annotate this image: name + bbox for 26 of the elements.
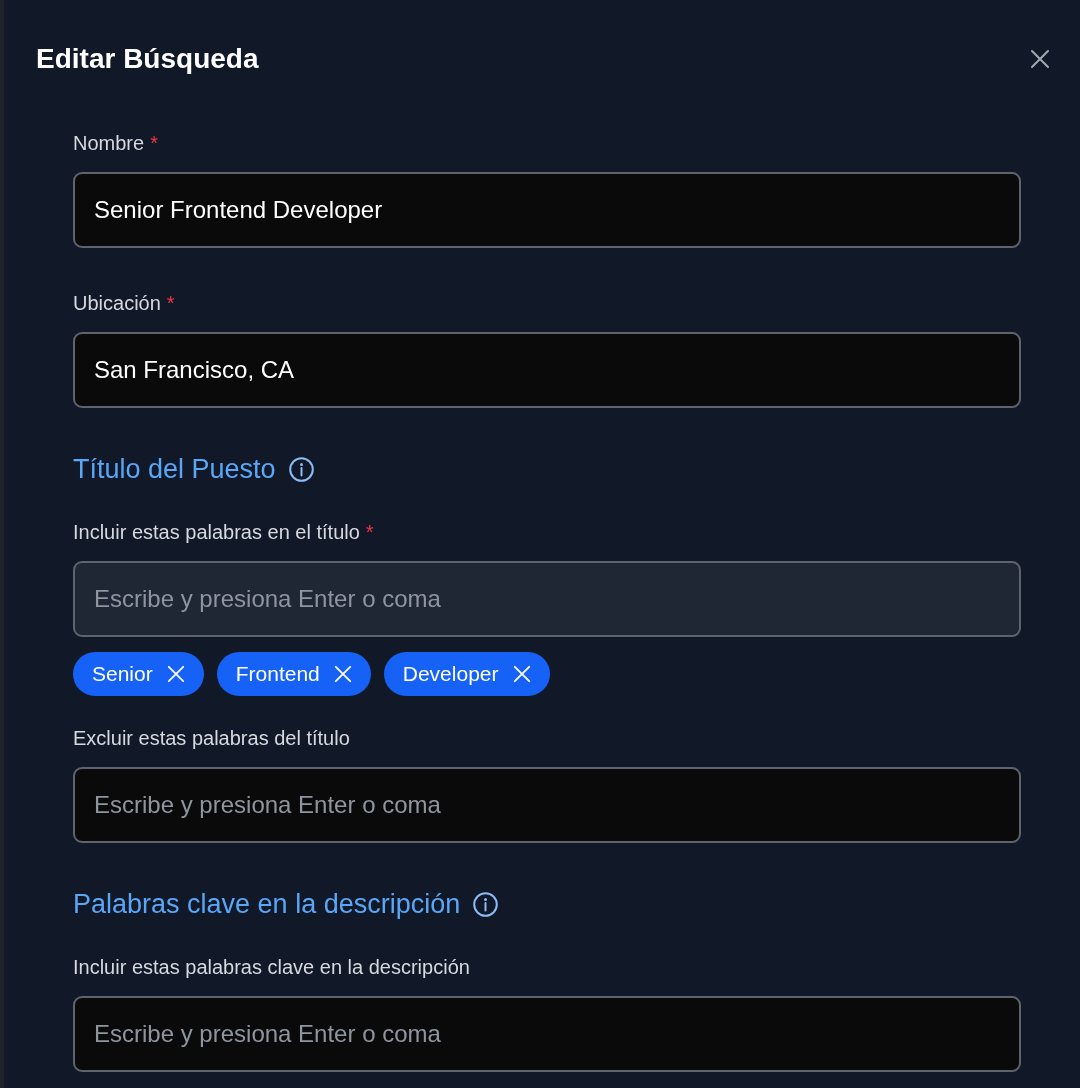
- tag-label: Frontend: [235, 662, 320, 686]
- remove-x-icon[interactable]: [512, 665, 531, 683]
- info-icon[interactable]: [473, 891, 499, 917]
- field-label: Ubicación: [73, 291, 161, 315]
- section-heading: Palabras clave en la descripción: [73, 888, 461, 921]
- remove-x-icon[interactable]: [166, 665, 185, 683]
- close-button[interactable]: [1028, 47, 1052, 71]
- required-asterisk: *: [365, 520, 374, 544]
- required-asterisk: *: [166, 291, 175, 315]
- close-icon: [1030, 49, 1050, 69]
- text-input[interactable]: San Francisco, CA: [73, 332, 1021, 408]
- text-input[interactable]: Escribe y presiona Enter o coma: [73, 996, 1021, 1072]
- field-label: Excluir estas palabras del título: [73, 726, 350, 750]
- text-input[interactable]: Senior Frontend Developer: [73, 172, 1021, 248]
- field-label: Incluir estas palabras clave en la descripción: [73, 955, 470, 979]
- dialog-title: Editar Búsqueda: [36, 42, 259, 76]
- field-label: Incluir estas palabras en el título: [73, 520, 360, 544]
- text-input[interactable]: Escribe y presiona Enter o coma: [73, 767, 1021, 843]
- field-label: Nombre: [73, 131, 145, 155]
- info-icon[interactable]: [288, 456, 314, 482]
- text-input[interactable]: Escribe y presiona Enter o coma: [73, 561, 1021, 637]
- tag-label: Developer: [402, 662, 499, 686]
- section-heading: Título del Puesto: [73, 453, 276, 486]
- remove-x-icon[interactable]: [333, 665, 352, 683]
- required-asterisk: *: [150, 131, 158, 155]
- tag-label: Senior: [92, 662, 153, 686]
